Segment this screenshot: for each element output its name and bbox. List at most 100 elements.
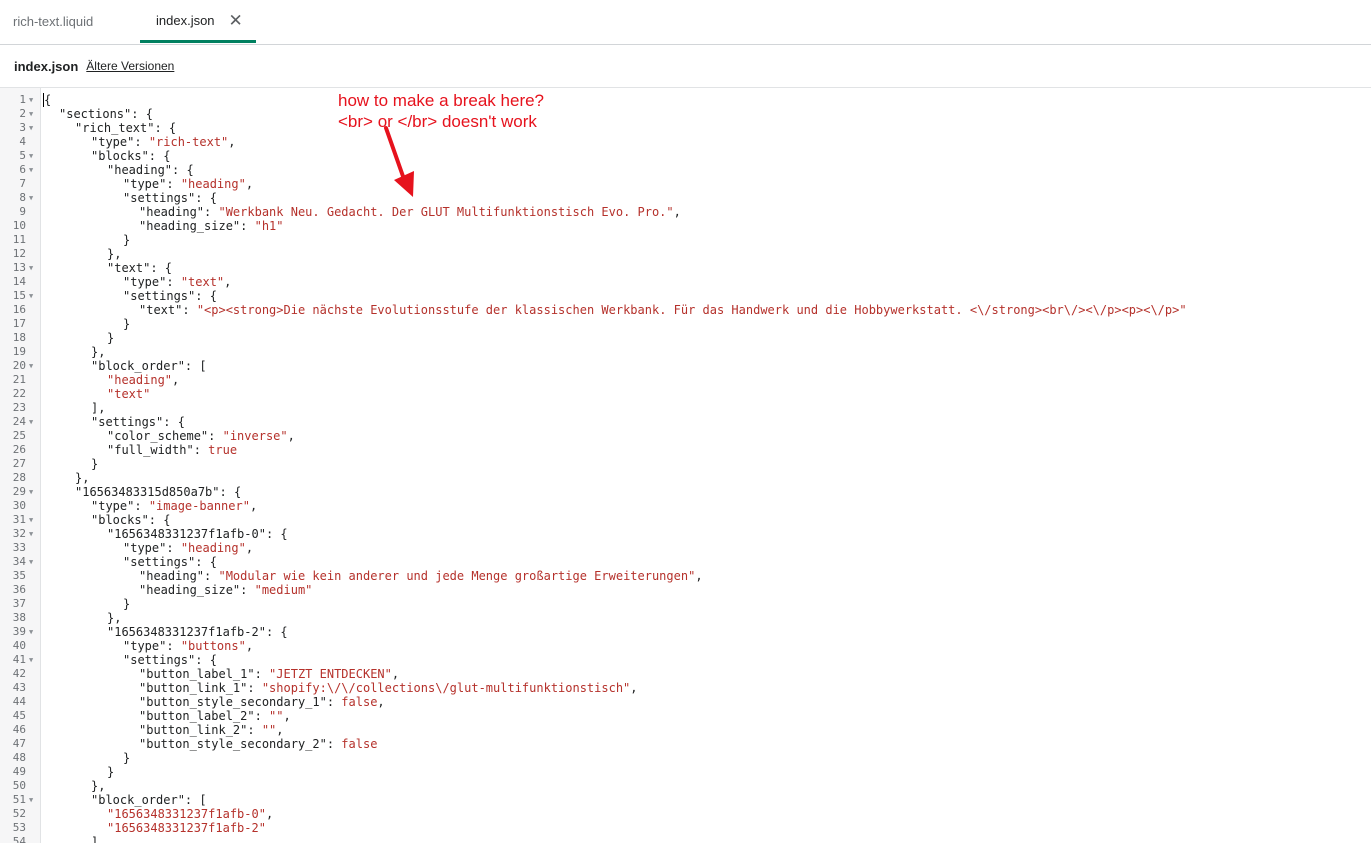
code-token: "text" [139, 303, 183, 317]
code-line[interactable]: 8 ▼ "settings": { [0, 191, 1371, 205]
code-token: "settings" [123, 653, 196, 667]
code-line[interactable]: 18} [0, 331, 1371, 345]
code-line[interactable]: 13 ▼ "text": { [0, 261, 1371, 275]
code-line[interactable]: 33 "type": "heading", [0, 541, 1371, 555]
fold-arrow-icon[interactable]: ▼ [29, 149, 33, 163]
code-line[interactable]: 39 ▼ "1656348331237f1afb-2": { [0, 625, 1371, 639]
code-text: } [107, 765, 114, 779]
code-token: }, [75, 471, 90, 485]
code-line[interactable]: 17} [0, 317, 1371, 331]
code-line[interactable]: 22 "text" [0, 387, 1371, 401]
code-line[interactable]: 23], [0, 401, 1371, 415]
code-line[interactable]: 2 ▼ "sections": { [0, 107, 1371, 121]
code-text: "button_label_1": "JETZT ENTDECKEN", [139, 667, 399, 681]
code-line[interactable]: 14 "type": "text", [0, 275, 1371, 289]
code-line[interactable]: 10 "heading_size": "h1" [0, 219, 1371, 233]
code-token: : [204, 205, 219, 219]
code-token: "rich-text" [148, 135, 229, 149]
code-line[interactable]: 42 "button_label_1": "JETZT ENTDECKEN", [0, 667, 1371, 681]
code-line[interactable]: 5 ▼ "blocks": { [0, 149, 1371, 163]
code-line[interactable]: 50}, [0, 779, 1371, 793]
code-line[interactable]: 43 "button_link_1": "shopify:\/\/collecti… [0, 681, 1371, 695]
code-line[interactable]: 38}, [0, 611, 1371, 625]
code-token: , [249, 499, 258, 513]
tab-index-json[interactable]: index.json ✕ [140, 0, 256, 43]
code-token: "inverse" [222, 429, 288, 443]
fold-arrow-icon[interactable]: ▼ [29, 653, 33, 667]
code-line[interactable]: 9 "heading": "Werkbank Neu. Gedacht. Der … [0, 205, 1371, 219]
fold-arrow-icon[interactable]: ▼ [29, 121, 33, 135]
code-line[interactable]: 1 ▼ { [0, 93, 1371, 107]
code-line[interactable]: 3 ▼ "rich_text": { [0, 121, 1371, 135]
fold-arrow-icon[interactable]: ▼ [29, 793, 33, 807]
fold-arrow-icon[interactable]: ▼ [29, 359, 33, 373]
line-number: 13 [12, 261, 26, 274]
code-line[interactable]: 41 ▼ "settings": { [0, 653, 1371, 667]
fold-arrow-icon[interactable]: ▼ [29, 625, 33, 639]
code-line[interactable]: 46 "button_link_2": "", [0, 723, 1371, 737]
code-line[interactable]: 19}, [0, 345, 1371, 359]
line-number: 37 [12, 597, 26, 610]
code-line[interactable]: 20 ▼ "block_order": [ [0, 359, 1371, 373]
code-token: "rich_text" [75, 121, 155, 135]
close-icon[interactable]: ✕ [229, 12, 243, 29]
line-number: 5 [19, 149, 26, 162]
code-line[interactable]: 6 ▼ "heading": { [0, 163, 1371, 177]
code-text: "button_link_2": "", [139, 723, 284, 737]
code-line[interactable]: 27} [0, 457, 1371, 471]
code-line[interactable]: 30 "type": "image-banner", [0, 499, 1371, 513]
code-token: : { [195, 653, 217, 667]
code-line[interactable]: 52 "1656348331237f1afb-0", [0, 807, 1371, 821]
line-number: 51 [12, 793, 26, 806]
code-line[interactable]: 36 "heading_size": "medium" [0, 583, 1371, 597]
older-versions-link[interactable]: Ältere Versionen [86, 59, 174, 73]
fold-arrow-icon[interactable]: ▼ [29, 163, 33, 177]
code-line[interactable]: 54] [0, 835, 1371, 843]
code-line[interactable]: 25 "color_scheme": "inverse", [0, 429, 1371, 443]
code-token: : [182, 303, 197, 317]
code-line[interactable]: 47 "button_style_secondary_2": false [0, 737, 1371, 751]
code-line[interactable]: 15 ▼ "settings": { [0, 289, 1371, 303]
code-text: "settings": { [91, 415, 185, 429]
fold-arrow-icon[interactable]: ▼ [29, 555, 33, 569]
line-number: 3 [19, 121, 26, 134]
code-line[interactable]: 51 ▼ "block_order": [ [0, 793, 1371, 807]
code-token: "full_width" [107, 443, 194, 457]
fold-arrow-icon[interactable]: ▼ [29, 93, 33, 107]
code-line[interactable]: 4 "type": "rich-text", [0, 135, 1371, 149]
code-token: : [134, 135, 149, 149]
fold-arrow-icon[interactable]: ▼ [29, 415, 33, 429]
code-line[interactable]: 48} [0, 751, 1371, 765]
code-line[interactable]: 40 "type": "buttons", [0, 639, 1371, 653]
code-text: "heading": { [107, 163, 194, 177]
code-line[interactable]: 16 "text": "<p><strong>Die nächste Evolut… [0, 303, 1371, 317]
code-line[interactable]: 45 "button_label_2": "", [0, 709, 1371, 723]
fold-arrow-icon[interactable]: ▼ [29, 485, 33, 499]
fold-arrow-icon[interactable]: ▼ [29, 513, 33, 527]
code-line[interactable]: 29 ▼ "16563483315d850a7b": { [0, 485, 1371, 499]
code-line[interactable]: 12}, [0, 247, 1371, 261]
code-line[interactable]: 44 "button_style_secondary_1": false, [0, 695, 1371, 709]
code-line[interactable]: 34 ▼ "settings": { [0, 555, 1371, 569]
code-line[interactable]: 53 "1656348331237f1afb-2" [0, 821, 1371, 835]
fold-arrow-icon[interactable]: ▼ [29, 107, 33, 121]
code-line[interactable]: 21 "heading", [0, 373, 1371, 387]
fold-arrow-icon[interactable]: ▼ [29, 289, 33, 303]
code-line[interactable]: 37} [0, 597, 1371, 611]
code-line[interactable]: 7 "type": "heading", [0, 177, 1371, 191]
code-line[interactable]: 31 ▼ "blocks": { [0, 513, 1371, 527]
code-line[interactable]: 28}, [0, 471, 1371, 485]
fold-arrow-icon[interactable]: ▼ [29, 261, 33, 275]
code-token: : [247, 681, 262, 695]
code-line[interactable]: 32 ▼ "1656348331237f1afb-0": { [0, 527, 1371, 541]
line-number: 48 [12, 751, 26, 764]
tab-rich-text-liquid[interactable]: rich-text.liquid [13, 0, 93, 43]
code-line[interactable]: 24 ▼ "settings": { [0, 415, 1371, 429]
code-line[interactable]: 49} [0, 765, 1371, 779]
code-line[interactable]: 11} [0, 233, 1371, 247]
code-line[interactable]: 35 "heading": "Modular wie kein anderer u… [0, 569, 1371, 583]
fold-arrow-icon[interactable]: ▼ [29, 191, 33, 205]
code-line[interactable]: 26 "full_width": true [0, 443, 1371, 457]
code-editor[interactable]: 1 ▼{2 ▼ "sections": {3 ▼ "rich_text": {4 "type… [0, 88, 1371, 843]
fold-arrow-icon[interactable]: ▼ [29, 527, 33, 541]
